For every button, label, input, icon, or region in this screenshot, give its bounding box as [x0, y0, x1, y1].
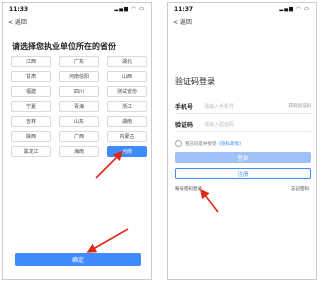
arrow-to-selected-province — [95, 150, 124, 179]
arrow-to-password-login — [200, 188, 219, 213]
arrow-to-confirm-button — [86, 228, 129, 253]
annotation-arrows — [86, 150, 219, 253]
